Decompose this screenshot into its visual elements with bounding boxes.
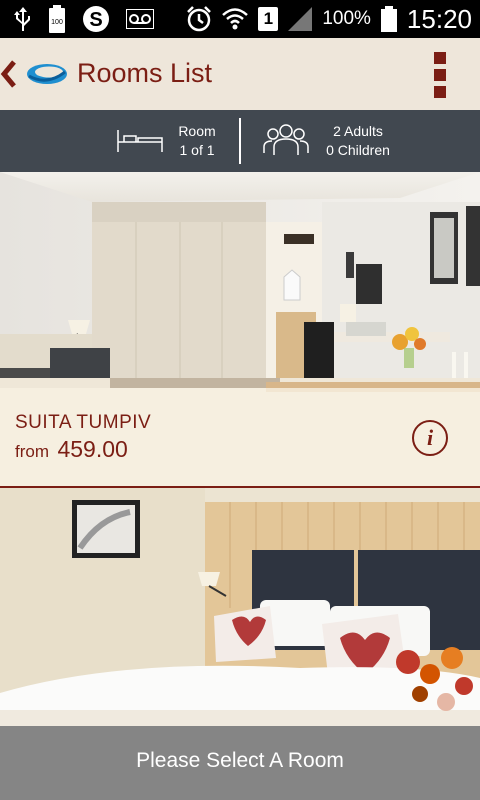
status-bar: 100 S 1 100% 15:20 xyxy=(0,0,480,38)
room-photo xyxy=(0,488,480,726)
room-info-button[interactable]: i xyxy=(412,420,448,456)
bed-icon xyxy=(117,130,163,152)
room-name: SUITA TUMPIV xyxy=(15,412,152,433)
overflow-menu-button[interactable] xyxy=(434,52,446,98)
adults-count: 2 Adults xyxy=(333,123,383,139)
voicemail-icon xyxy=(126,9,154,29)
price-from-label: from xyxy=(15,442,49,461)
sim-icon: 1 xyxy=(258,7,279,31)
info-icon: i xyxy=(426,425,434,450)
skype-icon: S xyxy=(83,6,109,32)
select-room-button[interactable]: Please Select A Room xyxy=(0,726,480,800)
menu-dot-icon xyxy=(434,69,446,81)
guest-counts: 2 Adults 0 Children xyxy=(318,122,398,160)
page-title: Rooms List xyxy=(77,58,213,88)
divider xyxy=(239,118,241,164)
price-value: 459.00 xyxy=(57,436,128,462)
chevron-left-icon xyxy=(0,60,16,88)
clock: 15:20 xyxy=(406,3,472,34)
room-label: Room xyxy=(178,123,216,139)
signal-icon xyxy=(288,7,313,31)
battery-percent: 100% xyxy=(322,8,371,29)
svg-text:S: S xyxy=(89,9,102,31)
room-card[interactable] xyxy=(0,488,480,726)
back-button[interactable] xyxy=(0,56,20,92)
battery-saver-icon: 100 xyxy=(49,5,65,33)
booking-summary-bar: Room 1 of 1 2 Adults 0 Children xyxy=(0,110,480,172)
battery-icon xyxy=(380,6,397,32)
room-card[interactable]: SUITA TUMPIV from 459.00 i xyxy=(0,172,480,488)
svg-text:100: 100 xyxy=(51,19,63,26)
menu-dot-icon xyxy=(434,86,446,98)
room-price: from 459.00 xyxy=(15,436,128,463)
logo-icon xyxy=(27,64,67,84)
alarm-icon xyxy=(187,6,212,32)
room-counter: Room 1 of 1 xyxy=(176,122,218,160)
children-count: 0 Children xyxy=(326,142,390,158)
menu-dot-icon xyxy=(434,52,446,64)
guests-icon xyxy=(263,124,309,155)
app-header: Rooms List xyxy=(0,38,480,110)
room-count: 1 of 1 xyxy=(179,142,215,158)
wifi-icon xyxy=(222,8,249,30)
usb-icon xyxy=(14,7,30,31)
